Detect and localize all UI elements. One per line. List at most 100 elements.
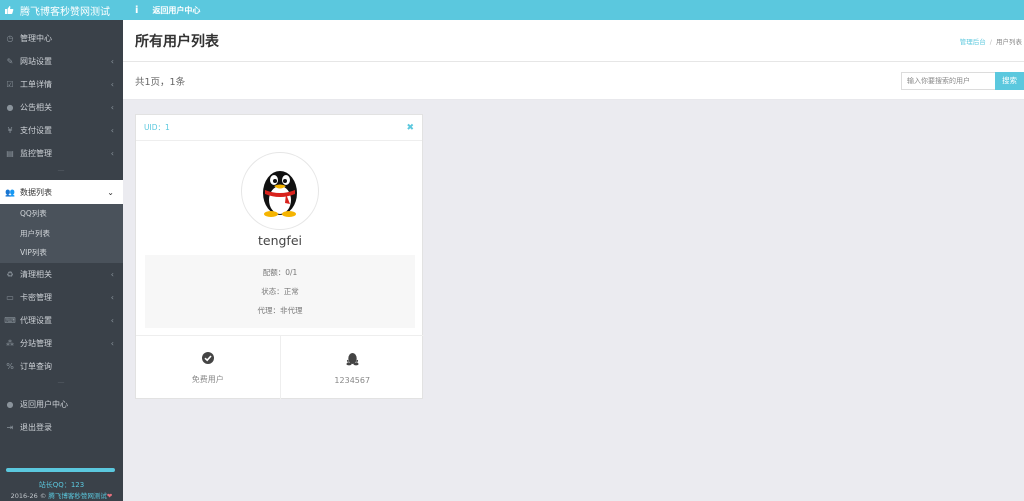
sidebar-submenu: QQ列表 用户列表 VIP列表	[0, 204, 123, 263]
page-header: 所有用户列表 管理后台 / 用户列表	[123, 20, 1024, 62]
sidebar-item-label: 卡密管理	[20, 292, 52, 302]
username: tengfei	[257, 233, 302, 248]
chevron-left-icon: ‹	[110, 149, 114, 158]
qq-number-cell: 1234567	[279, 336, 425, 400]
sidebar-item-label: 管理中心	[20, 34, 52, 43]
sidebar-item-card-keys[interactable]: ▭ 卡密管理 ‹	[0, 286, 123, 309]
sidebar-item-dashboard[interactable]: ◷ 管理中心	[0, 27, 123, 50]
sidebar-item-substation[interactable]: ⁂ 分站管理 ‹	[0, 332, 123, 355]
sidebar-item-data-list[interactable]: 👥 数据列表 ⌄	[0, 180, 123, 204]
main-content: 所有用户列表 管理后台/ 用户列表 共1页，1条 搜索 UID：1 ✖	[123, 20, 1024, 501]
sidebar-item-monitor[interactable]: ▤ 监控管理 ‹	[0, 142, 123, 165]
user-card: UID：1 ✖ tengfei 配额：0/1 状态：正常 代理：非代理 免费用户…	[135, 114, 424, 400]
pencil-icon: ✎	[6, 57, 14, 66]
keyboard-icon: ⌨	[4, 315, 16, 325]
card-icon: ▭	[6, 292, 14, 302]
recycle-icon: ♻	[6, 269, 14, 279]
chevron-left-icon: ‹	[110, 315, 114, 325]
heart-icon: ❤	[106, 492, 113, 500]
breadcrumb-separator: /	[989, 37, 992, 46]
qq-icon	[346, 352, 359, 365]
quota-text: 配额：0/1	[262, 268, 298, 277]
copyright-prefix: 2016-26 ©	[10, 492, 49, 500]
user-uid: UID：1	[144, 123, 170, 132]
sidebar-item-label: 清理相关	[20, 269, 52, 279]
user-info-box: 配额：0/1 状态：正常 代理：非代理	[145, 255, 415, 328]
sidebar-subitem-user-list[interactable]: 用户列表	[0, 224, 123, 244]
percent-icon: %	[6, 361, 14, 371]
user-icon: ●	[6, 399, 14, 409]
users-icon: 👥	[5, 187, 15, 197]
checkbox-icon: ☑	[6, 80, 14, 89]
admin-qq: 站长QQ：123	[38, 481, 85, 489]
sitemap-icon: ⁂	[6, 338, 14, 348]
chevron-left-icon: ‹	[110, 292, 114, 302]
sidebar-item-announcements[interactable]: ● 公告相关 ‹	[0, 96, 123, 119]
qq-number: 1234567	[334, 375, 371, 385]
copyright-site-link[interactable]: 腾飞博客秒赞网测试	[48, 492, 107, 500]
copyright: 2016-26 © 腾飞博客秒赞网测试❤	[0, 490, 123, 500]
sidebar-item-site-settings[interactable]: ✎ 网站设置 ‹	[0, 50, 123, 73]
chevron-left-icon: ‹	[110, 80, 114, 89]
check-circle-icon	[201, 351, 214, 364]
avatar	[241, 152, 319, 230]
breadcrumb: 管理后台 / 用户列表	[960, 36, 1024, 46]
status-text: 状态：正常	[261, 287, 299, 296]
sidebar-item-tickets[interactable]: ☑ 工单详情 ‹	[0, 73, 123, 96]
sidebar-item-payment[interactable]: ¥ 支付设置 ‹	[0, 119, 123, 142]
delete-user-icon[interactable]: ✖	[406, 123, 414, 133]
dashboard-icon: ◷	[6, 34, 14, 43]
sidebar-subitem-qq-list[interactable]: QQ列表	[0, 204, 123, 224]
sidebar-item-label: 分站管理	[20, 338, 52, 348]
logout-icon: ⇥	[6, 422, 14, 432]
chevron-left-icon: ‹	[110, 269, 114, 279]
sidebar-item-label: 代理设置	[20, 315, 52, 325]
sidebar-item-agent-settings[interactable]: ⌨ 代理设置 ‹	[0, 309, 123, 332]
back-to-user-center-link[interactable]: 返回用户中心	[152, 5, 200, 16]
sidebar-item-back-user-center[interactable]: ● 返回用户中心	[0, 393, 123, 416]
search-button[interactable]: 搜索	[995, 71, 1024, 90]
brand-name: 腾飞博客秒赞网测试	[20, 6, 110, 18]
sidebar-item-label: 公告相关	[20, 103, 52, 112]
chevron-left-icon: ‹	[110, 126, 114, 135]
user-type-label: 免费用户	[191, 374, 224, 384]
thumbs-up-icon	[5, 6, 14, 14]
sidebar: ◷ 管理中心 ✎ 网站设置 ‹ ☑ 工单详情 ‹ ● 公告相关 ‹ ¥ 支付设置…	[0, 20, 123, 501]
chevron-left-icon: ‹	[110, 103, 114, 112]
page-title: 所有用户列表	[135, 33, 219, 50]
sidebar-item-cleanup[interactable]: ♻ 清理相关 ‹	[0, 263, 123, 286]
sidebar-item-label: 数据列表	[20, 187, 52, 197]
sidebar-separator: —	[57, 378, 66, 386]
chevron-left-icon: ‹	[110, 57, 114, 66]
info-icon: ●	[6, 103, 14, 112]
menu-toggle-icon[interactable]: ⅰ	[135, 5, 138, 16]
sidebar-separator: —	[57, 165, 66, 174]
breadcrumb-current: 用户列表	[996, 37, 1022, 46]
chevron-left-icon: ‹	[110, 338, 114, 348]
user-card-footer: 免费用户 1234567	[136, 335, 424, 400]
user-type-cell: 免费用户	[136, 336, 280, 400]
sidebar-progress-bar	[6, 468, 115, 472]
pagination-summary: 共1页，1条	[135, 76, 186, 88]
chevron-down-icon: ⌄	[107, 187, 114, 197]
qq-penguin-avatar-icon	[263, 171, 297, 217]
list-toolbar: 共1页，1条 搜索	[123, 62, 1024, 100]
sidebar-item-label: 返回用户中心	[20, 399, 68, 409]
sidebar-item-label: 监控管理	[20, 149, 52, 158]
top-bar: 腾飞博客秒赞网测试 ⅰ 返回用户中心	[0, 0, 1024, 20]
sidebar-item-label: 支付设置	[20, 126, 52, 135]
sidebar-item-label: 订单查询	[20, 361, 52, 371]
search-input[interactable]	[901, 71, 995, 90]
sidebar-item-label: 网站设置	[20, 57, 52, 66]
search-form: 搜索	[901, 71, 1024, 90]
yen-icon: ¥	[7, 126, 13, 135]
breadcrumb-home-link[interactable]: 管理后台	[960, 38, 986, 46]
sidebar-item-orders[interactable]: % 订单查询	[0, 355, 123, 378]
brand[interactable]: 腾飞博客秒赞网测试	[0, 3, 123, 18]
sidebar-item-label: 退出登录	[20, 422, 52, 432]
sidebar-subitem-vip-list[interactable]: VIP列表	[0, 243, 123, 263]
agent-text: 代理：非代理	[257, 306, 303, 315]
sidebar-item-logout[interactable]: ⇥ 退出登录	[0, 416, 123, 439]
sidebar-item-label: 工单详情	[20, 80, 52, 89]
user-card-header: UID：1 ✖	[136, 115, 422, 141]
